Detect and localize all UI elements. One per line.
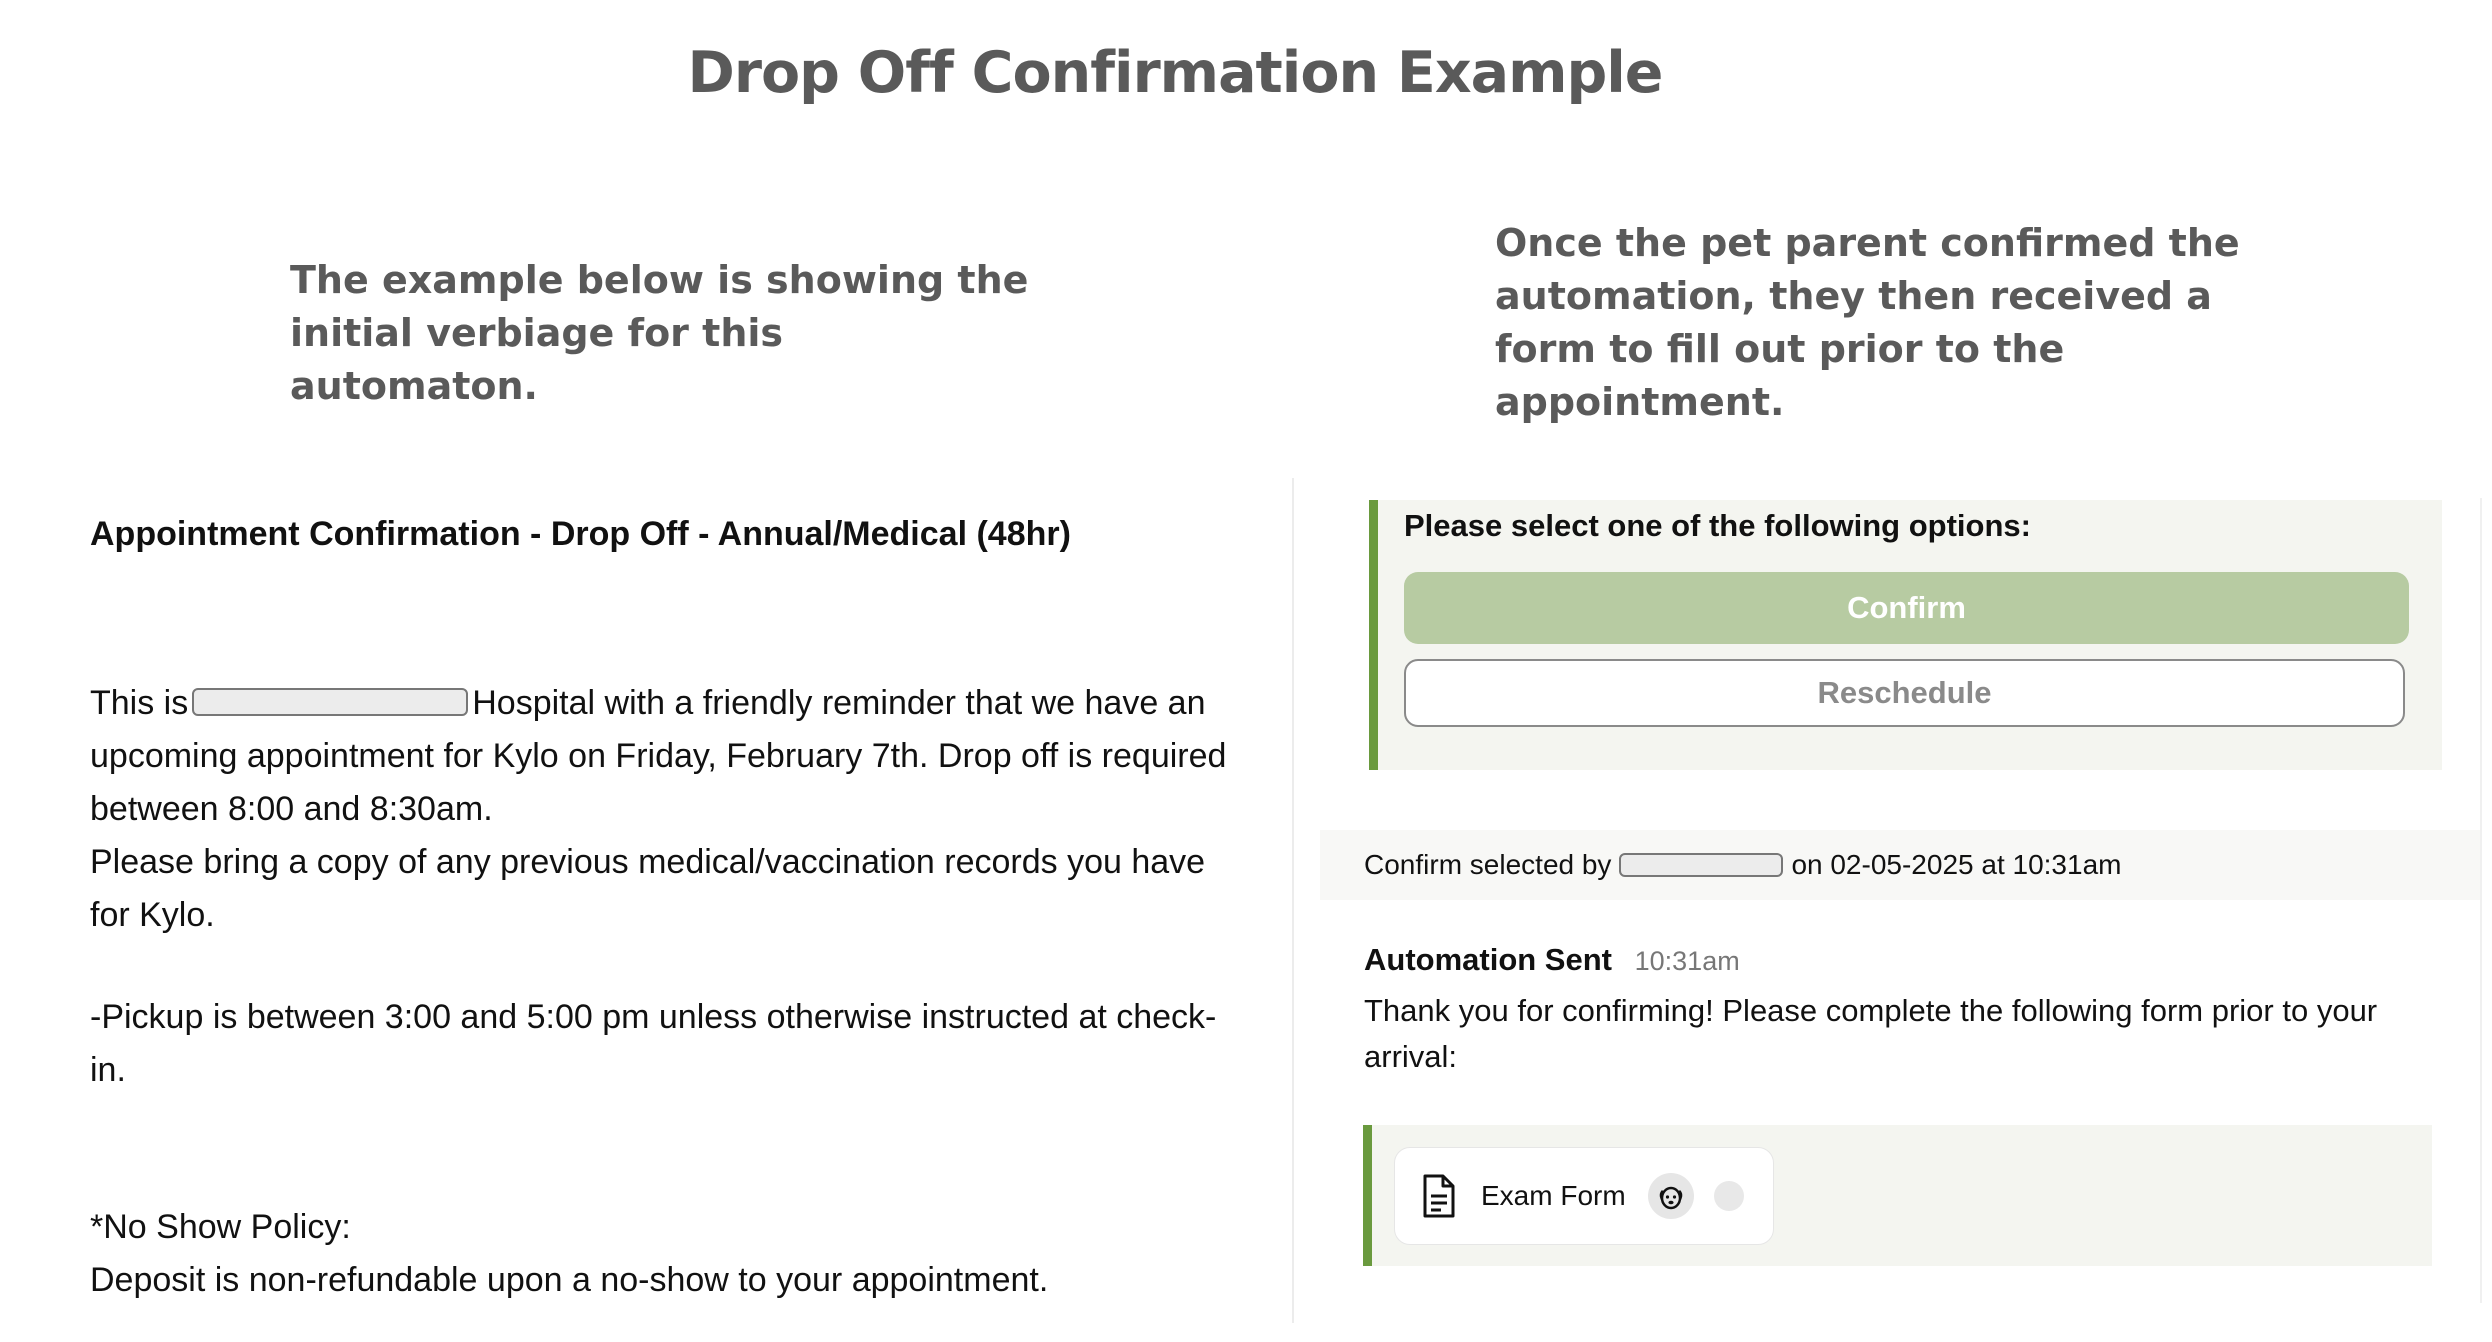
confirmation-suffix: on 02-05-2025 at 10:31am — [1791, 849, 2122, 880]
intro-left-caption: The example below is showing the initial… — [290, 258, 1029, 408]
automation-title: Automation Sent — [1364, 942, 1612, 977]
exam-form-label: Exam Form — [1481, 1180, 1626, 1211]
confirmation-prefix: Confirm selected by — [1364, 849, 1612, 880]
policy-text: Deposit is non-refundable upon a no-show… — [90, 1261, 1049, 1299]
redacted-user-name — [1619, 853, 1784, 877]
message-subject-wrap: Appointment Confirmation - Drop Off - An… — [90, 515, 1250, 554]
redacted-hospital-name — [192, 688, 469, 716]
automation-message: Thank you for confirming! Please complet… — [1364, 993, 2378, 1074]
status-dot — [1713, 1181, 1744, 1211]
confirm-button[interactable]: Confirm — [1404, 572, 2409, 644]
pickup-text: -Pickup is between 3:00 and 5:00 pm unle… — [90, 998, 1217, 1089]
records-text: Please bring a copy of any previous medi… — [90, 843, 1206, 934]
policy-title: *No Show Policy: — [90, 1208, 351, 1246]
message-paragraph-policy: *No Show Policy: Deposit is non-refundab… — [90, 1201, 1250, 1307]
options-heading: Please select one of the following optio… — [1404, 508, 2031, 543]
reschedule-button[interactable]: Reschedule — [1404, 659, 2405, 727]
right-edge-divider — [2480, 498, 2482, 1303]
message-paragraph-intro: This is Hospital with a friendly reminder… — [90, 677, 1250, 942]
confirmation-bar: Confirm selected by on 02-05-2025 at 10:… — [1320, 830, 2480, 900]
intro-prefix: This is — [90, 684, 189, 722]
dog-icon — [1647, 1173, 1694, 1219]
intro-right-caption: Once the pet parent confirmed the automa… — [1495, 221, 2240, 424]
form-card: Exam Form — [1363, 1125, 2432, 1266]
document-icon — [1423, 1174, 1455, 1218]
automation-header: Automation Sent 10:31am — [1364, 942, 1740, 978]
automation-time: 10:31am — [1634, 946, 1740, 976]
column-divider — [1292, 478, 1294, 1323]
message-paragraph-pickup: -Pickup is between 3:00 and 5:00 pm unle… — [90, 991, 1250, 1097]
message-subject: Appointment Confirmation - Drop Off - An… — [90, 515, 1071, 553]
exam-form-chip[interactable]: Exam Form — [1394, 1147, 1774, 1245]
page-title: Drop Off Confirmation Example — [687, 40, 1664, 106]
options-card: Please select one of the following optio… — [1369, 500, 2442, 770]
